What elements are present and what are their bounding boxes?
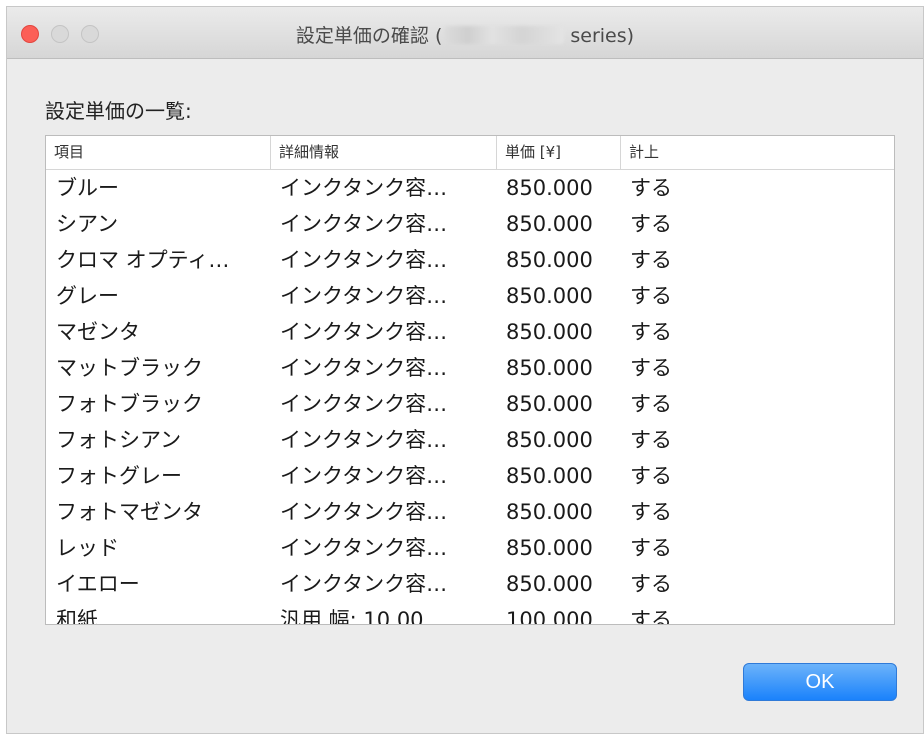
cell-unit-price: 850.000 (506, 284, 593, 308)
cell-details: インクタンク容… (280, 284, 448, 308)
table-row[interactable]: レッド インクタンク容… 850.000 する (46, 530, 894, 566)
cell-unit-price: 850.000 (506, 464, 593, 488)
cell-unit-price: 850.000 (506, 248, 593, 272)
cell-unit-price: 850.000 (506, 320, 593, 344)
cell-item: フォトマゼンタ (56, 500, 203, 524)
window-title-prefix: 設定単価の確認 ( (295, 25, 443, 47)
cell-count: する (630, 356, 672, 380)
cell-item: フォトグレー (56, 464, 182, 488)
column-header-item[interactable]: 項目 (46, 136, 270, 169)
table-row[interactable]: シアン インクタンク容… 850.000 する (46, 206, 894, 242)
table-row[interactable]: フォトマゼンタ インクタンク容… 850.000 する (46, 494, 894, 530)
column-header-unit-price[interactable]: 単価 [¥] (496, 136, 620, 169)
cell-item: マゼンタ (56, 320, 140, 344)
cell-details: インクタンク容… (280, 572, 448, 596)
table-row[interactable]: フォトブラック インクタンク容… 850.000 する (46, 386, 894, 422)
table-row[interactable]: クロマ オプティ… インクタンク容… 850.000 する (46, 242, 894, 278)
window-title-suffix: series) (570, 25, 635, 47)
cell-count: する (630, 176, 672, 200)
cell-details: インクタンク容… (280, 428, 448, 452)
cell-details: インクタンク容… (280, 248, 448, 272)
cell-item: 和紙 (56, 608, 98, 625)
cell-details: インクタンク容… (280, 500, 448, 524)
cell-count: する (630, 212, 672, 236)
price-list-label: 設定単価の一覧: (45, 99, 192, 123)
table-row[interactable]: グレー インクタンク容… 850.000 する (46, 278, 894, 314)
cell-count: する (630, 536, 672, 560)
cell-count: する (630, 392, 672, 416)
cell-details: インクタンク容… (280, 320, 448, 344)
table-row[interactable]: イエロー インクタンク容… 850.000 する (46, 566, 894, 602)
window-title: 設定単価の確認 ( series) (7, 21, 923, 48)
title-bar[interactable]: 設定単価の確認 ( series) (7, 7, 923, 59)
cell-details: インクタンク容… (280, 536, 448, 560)
cell-details: インクタンク容… (280, 176, 448, 200)
cell-item: シアン (56, 212, 119, 236)
ok-button[interactable]: OK (743, 663, 897, 701)
redacted-model-name (444, 26, 565, 44)
cell-item: フォトシアン (56, 428, 182, 452)
cell-count: する (630, 428, 672, 452)
cell-count: する (630, 500, 672, 524)
column-header-count[interactable]: 計上 (620, 136, 894, 169)
cell-unit-price: 850.000 (506, 572, 593, 596)
cell-item: フォトブラック (56, 392, 203, 416)
cell-unit-price: 850.000 (506, 212, 593, 236)
cell-details: インクタンク容… (280, 356, 448, 380)
cell-count: する (630, 320, 672, 344)
cell-item: レッド (56, 536, 119, 560)
cell-count: する (630, 248, 672, 272)
cell-unit-price: 850.000 (506, 356, 593, 380)
cell-count: する (630, 284, 672, 308)
cell-unit-price: 850.000 (506, 500, 593, 524)
table-header: 項目 詳細情報 単価 [¥] 計上 (46, 136, 894, 170)
cell-item: マットブラック (56, 356, 203, 380)
table-row[interactable]: 和紙 汎用 幅: 10.00 100.000 する (46, 602, 894, 625)
table-row[interactable]: マゼンタ インクタンク容… 850.000 する (46, 314, 894, 350)
cell-count: する (630, 464, 672, 488)
cell-count: する (630, 572, 672, 596)
cell-unit-price: 850.000 (506, 176, 593, 200)
cell-count: する (630, 608, 672, 625)
cell-unit-price: 850.000 (506, 536, 593, 560)
cell-details: インクタンク容… (280, 212, 448, 236)
cell-details: インクタンク容… (280, 392, 448, 416)
price-table[interactable]: 項目 詳細情報 単価 [¥] 計上 ブルー インクタンク容… 850.000 す… (45, 135, 895, 625)
cell-unit-price: 850.000 (506, 428, 593, 452)
table-row[interactable]: マットブラック インクタンク容… 850.000 する (46, 350, 894, 386)
table-row[interactable]: フォトシアン インクタンク容… 850.000 する (46, 422, 894, 458)
table-body: ブルー インクタンク容… 850.000 する シアン インクタンク容… 850… (46, 170, 894, 625)
cell-item: グレー (56, 284, 119, 308)
cell-details: 汎用 幅: 10.00 (280, 608, 424, 625)
dialog-window: 設定単価の確認 ( series) 設定単価の一覧: 項目 詳細情報 単価 [¥]… (6, 6, 924, 734)
cell-details: インクタンク容… (280, 464, 448, 488)
table-row[interactable]: ブルー インクタンク容… 850.000 する (46, 170, 894, 206)
cell-unit-price: 100.000 (506, 608, 593, 625)
cell-item: イエロー (56, 572, 140, 596)
cell-unit-price: 850.000 (506, 392, 593, 416)
cell-item: クロマ オプティ… (56, 248, 230, 272)
column-header-details[interactable]: 詳細情報 (270, 136, 496, 169)
cell-item: ブルー (56, 176, 119, 200)
table-row[interactable]: フォトグレー インクタンク容… 850.000 する (46, 458, 894, 494)
